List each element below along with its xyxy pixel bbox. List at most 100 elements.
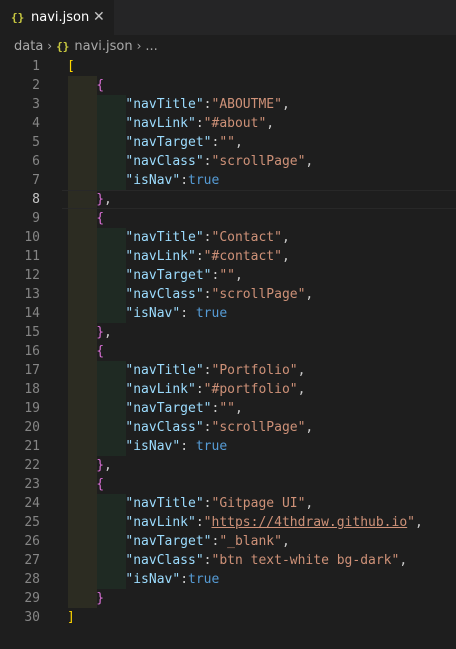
code-line[interactable]: 10 "navTitle":"Contact", <box>0 228 456 247</box>
code-property: "navLink":"#about", <box>125 114 274 133</box>
json-string: "#portfolio" <box>203 382 298 397</box>
json-key: "isNav" <box>125 306 181 321</box>
comma: , <box>281 249 290 264</box>
colon: : <box>195 249 204 264</box>
code-property: "navTitle":"Gitpage UI", <box>125 494 313 513</box>
line-number: 22 <box>24 458 40 473</box>
code-line[interactable]: 6 "navClass":"scrollPage", <box>0 152 456 171</box>
json-string: "scrollPage" <box>211 154 306 169</box>
code-line[interactable]: 13 "navClass":"scrollPage", <box>0 285 456 304</box>
json-key: "navTitle" <box>125 230 204 245</box>
json-key: "navLink" <box>125 116 196 131</box>
code-line[interactable]: 15}, <box>0 323 456 342</box>
code-line[interactable]: 3 "navTitle":"ABOUTME", <box>0 95 456 114</box>
code-line[interactable]: 17 "navTitle":"Portfolio", <box>0 361 456 380</box>
line-number: 26 <box>24 534 40 549</box>
json-string: "#about" <box>203 116 267 131</box>
code-line[interactable]: 14 "isNav": true <box>0 304 456 323</box>
code-line[interactable]: 30] <box>0 608 456 627</box>
code-line[interactable]: 9{ <box>0 209 456 228</box>
code-line[interactable]: 5 "navTarget":"", <box>0 133 456 152</box>
code-line[interactable]: 8}, <box>0 190 456 209</box>
bracket-token: } <box>96 192 105 207</box>
line-number: 15 <box>24 325 40 340</box>
code-bracket: }, <box>96 458 112 473</box>
code-property: "navTitle":"Portfolio", <box>125 361 305 380</box>
code-property: "isNav": true <box>125 304 227 323</box>
breadcrumb-item-data[interactable]: data <box>14 39 43 54</box>
code-line[interactable]: 4 "navLink":"#about", <box>0 114 456 133</box>
json-string: "Contact" <box>211 230 282 245</box>
colon: : <box>180 306 196 321</box>
comma: , <box>399 553 408 568</box>
json-string: "#contact" <box>203 249 282 264</box>
breadcrumb-item-symbols[interactable]: ... <box>145 39 157 54</box>
line-number: 12 <box>24 268 40 283</box>
code-line[interactable]: 16 { <box>0 342 456 361</box>
code-property: "navClass":"scrollPage", <box>125 152 313 171</box>
line-number: 1 <box>32 59 40 74</box>
json-key: "navTitle" <box>125 496 204 511</box>
line-number: 13 <box>24 287 40 302</box>
close-icon[interactable]: ✕ <box>93 9 105 25</box>
code-property: "isNav": true <box>125 437 227 456</box>
tab-bar: {} navi.json ✕ <box>0 0 456 35</box>
url-link[interactable]: https://4thdraw.github.io <box>212 515 408 530</box>
code-property: "navClass":"scrollPage", <box>125 418 313 437</box>
line-number: 20 <box>24 420 40 435</box>
code-line[interactable]: 11 "navLink":"#contact", <box>0 247 456 266</box>
code-line[interactable]: 26 "navTarget":"_blank", <box>0 532 456 551</box>
bracket-token: { <box>96 211 105 226</box>
code-line[interactable]: 7 "isNav":true <box>0 171 456 190</box>
code-line[interactable]: 18 "navLink":"#portfolio", <box>0 380 456 399</box>
line-number: 10 <box>24 230 40 245</box>
json-key: "navLink" <box>125 515 196 530</box>
comma: , <box>297 363 306 378</box>
code-line[interactable]: 22}, <box>0 456 456 475</box>
colon: : <box>203 420 212 435</box>
code-line[interactable]: 25 "navLink":"https://4thdraw.github.io", <box>0 513 456 532</box>
comma: , <box>281 97 290 112</box>
comma: , <box>305 420 314 435</box>
tab-label: navi.json <box>31 10 90 25</box>
json-file-icon: {} <box>56 39 70 53</box>
code-line[interactable]: 28 "isNav":true <box>0 570 456 589</box>
code-line[interactable]: 24 "navTitle":"Gitpage UI", <box>0 494 456 513</box>
comma: , <box>297 382 306 397</box>
tab-navi-json[interactable]: {} navi.json ✕ <box>0 0 114 35</box>
comma: , <box>305 287 314 302</box>
json-key: "navTarget" <box>125 135 212 150</box>
code-bracket: } <box>96 589 104 608</box>
code-line[interactable]: 29} <box>0 589 456 608</box>
code-line[interactable]: 20 "navClass":"scrollPage", <box>0 418 456 437</box>
colon: : <box>195 382 204 397</box>
code-property: "navLink":"#contact", <box>125 247 289 266</box>
code-line[interactable]: 12 "navTarget":"", <box>0 266 456 285</box>
code-line[interactable]: 19 "navTarget":"", <box>0 399 456 418</box>
code-property: "navTarget":"", <box>125 399 242 418</box>
code-property: "navTarget":"", <box>125 266 242 285</box>
breadcrumb: data › {} navi.json › ... <box>0 35 456 57</box>
json-string: "https://4thdraw.github.io" <box>203 515 415 530</box>
code-line[interactable]: 21 "isNav": true <box>0 437 456 456</box>
code-editor[interactable]: 1[2{3 "navTitle":"ABOUTME", 4 "navLink":"#a… <box>0 57 456 649</box>
code-line[interactable]: 27 "navClass":"btn text-white bg-dark", <box>0 551 456 570</box>
json-key: "navTarget" <box>125 534 212 549</box>
line-number: 27 <box>24 553 40 568</box>
colon: : <box>180 439 196 454</box>
code-line[interactable]: 2{ <box>0 76 456 95</box>
breadcrumb-item-file[interactable]: navi.json <box>74 39 132 54</box>
line-number: 6 <box>32 154 40 169</box>
json-boolean: true <box>188 572 220 587</box>
code-bracket: [ <box>67 57 75 76</box>
line-number: 21 <box>24 439 40 454</box>
json-string: "Portfolio" <box>211 363 298 378</box>
code-line[interactable]: 23 { <box>0 475 456 494</box>
code-line[interactable]: 1[ <box>0 57 456 76</box>
json-key: "navClass" <box>125 553 204 568</box>
colon: : <box>195 116 204 131</box>
line-number: 30 <box>24 610 40 625</box>
colon: : <box>203 97 212 112</box>
json-key: "navClass" <box>125 154 204 169</box>
code-property: "isNav":true <box>125 570 219 589</box>
